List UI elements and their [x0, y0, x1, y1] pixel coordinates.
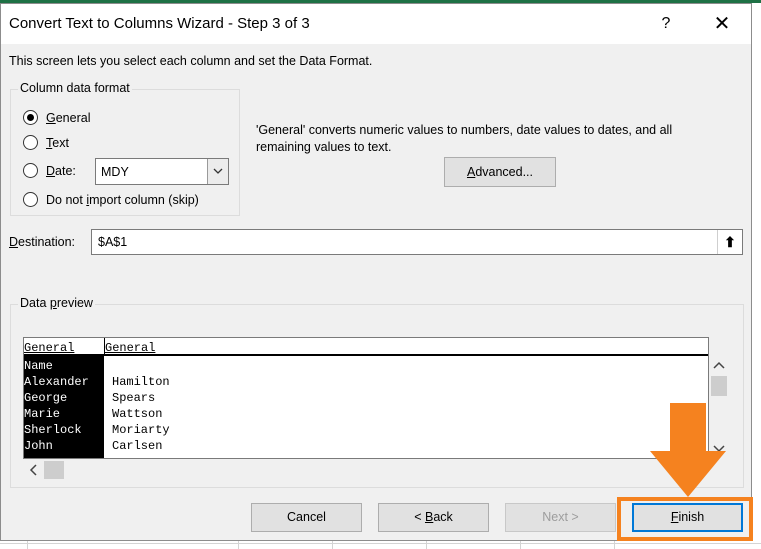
preview-header-col2[interactable]: General: [105, 341, 155, 355]
finish-highlight-box: [617, 497, 753, 541]
format-description: 'General' converts numeric values to num…: [256, 123, 673, 154]
chevron-down-icon[interactable]: [207, 159, 228, 184]
destination-value: $A$1: [98, 235, 128, 249]
radio-general[interactable]: General: [23, 110, 90, 125]
collapse-dialog-icon[interactable]: ⬆: [717, 230, 742, 254]
cancel-button[interactable]: Cancel: [251, 503, 362, 532]
radio-date-button[interactable]: [23, 163, 38, 178]
destination-input[interactable]: $A$1 ⬆: [91, 229, 743, 255]
next-button[interactable]: Next >: [505, 503, 616, 532]
horizontal-scroll-thumb: [44, 461, 64, 479]
dialog-title: Convert Text to Columns Wizard - Step 3 …: [9, 15, 310, 32]
radio-date[interactable]: Date:: [23, 163, 76, 178]
list-item: Name: [24, 359, 53, 373]
close-button[interactable]: ✕: [699, 9, 745, 39]
radio-skip[interactable]: Do not import column (skip): [23, 192, 199, 207]
preview-header-row: General General: [24, 338, 708, 356]
list-item: Moriarty: [112, 423, 170, 437]
list-item: George: [24, 391, 68, 405]
radio-text[interactable]: Text: [23, 135, 69, 150]
vertical-scroll-thumb: [711, 376, 727, 396]
preview-header-col1[interactable]: General: [24, 341, 74, 355]
back-button[interactable]: < Back: [378, 503, 489, 532]
help-button[interactable]: ?: [643, 9, 689, 39]
group-title: Column data format: [18, 81, 132, 95]
radio-general-label: General: [46, 110, 91, 125]
scroll-up-icon: [713, 361, 725, 369]
preview-group-title: Data preview: [18, 296, 95, 310]
list-item: Carlsen: [112, 439, 163, 453]
radio-general-button[interactable]: [23, 110, 38, 125]
list-item: Sherlock: [24, 423, 82, 437]
scroll-left-icon: [29, 464, 37, 476]
list-item: Alexander: [24, 375, 89, 389]
radio-date-label: Date:: [46, 163, 76, 178]
radio-text-label: Text: [46, 135, 69, 150]
destination-label: Destination:: [9, 235, 76, 249]
intro-text: This screen lets you select each column …: [9, 54, 373, 68]
advanced-button[interactable]: Advanced...: [444, 157, 556, 187]
radio-text-button[interactable]: [23, 135, 38, 150]
radio-skip-label: Do not import column (skip): [46, 192, 199, 207]
date-format-value: MDY: [101, 165, 129, 179]
date-format-select[interactable]: MDY: [95, 158, 229, 185]
data-preview-grid[interactable]: General General Name Alexander Hamilton …: [23, 337, 709, 459]
list-item: John: [24, 439, 53, 453]
radio-skip-button[interactable]: [23, 192, 38, 207]
title-bar: Convert Text to Columns Wizard - Step 3 …: [1, 4, 751, 44]
text-to-columns-dialog: Convert Text to Columns Wizard - Step 3 …: [0, 3, 752, 541]
list-item: Marie: [24, 407, 61, 421]
horizontal-scrollbar[interactable]: [23, 460, 709, 480]
list-item: Wattson: [112, 407, 163, 421]
column-data-format-group: Column data format General Text Date: MD…: [10, 81, 240, 216]
list-item: Hamilton: [112, 375, 170, 389]
list-item: Spears: [112, 391, 156, 405]
arrow-down-icon: [650, 403, 726, 497]
